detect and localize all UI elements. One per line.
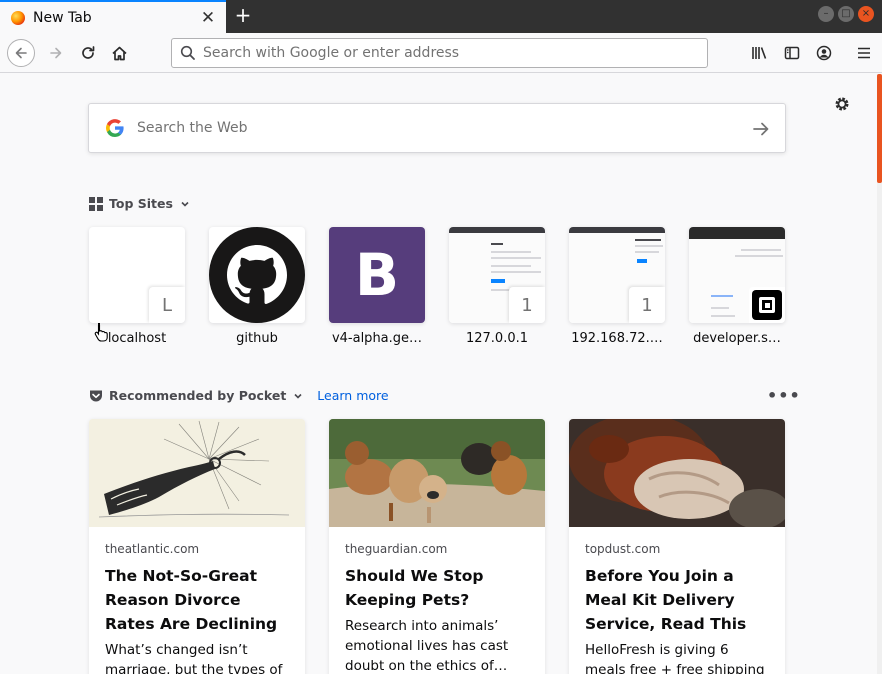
maximize-button[interactable]: □ [838, 6, 854, 22]
more-options-icon[interactable]: ••• [767, 386, 801, 405]
library-button[interactable] [745, 39, 773, 67]
site-title: 192.168.72.… [571, 331, 663, 346]
tab-new-tab[interactable]: New Tab ✕ [0, 0, 226, 33]
arrow-right-icon[interactable] [751, 119, 771, 139]
hamburger-icon [858, 47, 870, 59]
new-tab-button[interactable]: + [232, 5, 254, 27]
address-bar[interactable] [171, 38, 708, 68]
maximize-icon: □ [841, 8, 851, 19]
sidebar-icon [784, 46, 800, 60]
site-letter-icon: L [149, 287, 185, 323]
site-tile[interactable]: 1 [569, 227, 665, 323]
site-title: 127.0.0.1 [465, 331, 529, 346]
firefox-icon [11, 10, 25, 25]
new-tab-page: Top Sites L localhost github B v4-alpha.… [0, 74, 882, 674]
top-site-developer-square[interactable]: developer.s… [689, 227, 785, 346]
close-icon: × [861, 8, 871, 19]
close-window-button[interactable]: × [858, 6, 874, 22]
home-icon [111, 46, 127, 60]
site-tile[interactable] [209, 227, 305, 323]
card-source: theatlantic.com [105, 542, 200, 556]
chevron-down-icon [181, 201, 189, 207]
nav-toolbar [0, 33, 882, 73]
google-icon [106, 119, 124, 137]
pocket-card[interactable]: topdust.com Before You Join a Meal Kit D… [569, 419, 785, 674]
back-arrow-icon [15, 47, 27, 59]
library-icon [751, 47, 766, 59]
site-title: v4-alpha.ge… [331, 331, 423, 346]
reload-icon [82, 46, 95, 59]
pocket-card[interactable]: theatlantic.com The Not-So-Great Reason … [89, 419, 305, 674]
pocket-icon [90, 390, 102, 401]
gear-icon[interactable] [832, 94, 852, 114]
github-icon [209, 227, 305, 323]
hand-pointer-icon [94, 322, 108, 342]
site-title: github [236, 331, 278, 346]
top-sites-header[interactable]: Top Sites [89, 196, 190, 211]
scrollbar-thumb[interactable] [877, 74, 882, 183]
site-tile[interactable] [689, 227, 785, 323]
card-image [89, 419, 305, 527]
card-source: topdust.com [585, 542, 661, 556]
card-description: Research into animals’ emotional lives h… [345, 618, 509, 674]
minimize-icon: – [823, 8, 829, 19]
card-description: HelloFresh is giving 6 meals free + free… [585, 642, 765, 674]
top-site-127-0-0-1[interactable]: 1 127.0.0.1 [449, 227, 545, 346]
minimize-button[interactable]: – [818, 6, 834, 22]
card-title: Before You Join a Meal Kit Delivery Serv… [585, 567, 747, 633]
address-input[interactable] [203, 45, 683, 61]
card-image [329, 419, 545, 527]
card-title: The Not-So-Great Reason Divorce Rates Ar… [105, 567, 278, 633]
tab-title: New Tab [33, 9, 92, 26]
card-image [569, 419, 785, 527]
top-site-bootstrap[interactable]: B v4-alpha.ge… [329, 227, 425, 346]
sidebar-button[interactable] [778, 39, 806, 67]
card-source: theguardian.com [345, 542, 448, 556]
web-search-input[interactable] [137, 120, 727, 136]
site-tile[interactable]: 1 [449, 227, 545, 323]
site-title: developer.s… [693, 331, 781, 346]
site-letter-icon: 1 [629, 287, 665, 323]
grid-icon [89, 196, 103, 211]
top-site-192-168-72[interactable]: 1 192.168.72.… [569, 227, 665, 346]
forward-arrow-icon [50, 47, 62, 59]
square-icon [749, 287, 785, 323]
account-icon [816, 45, 832, 61]
account-button[interactable] [810, 39, 838, 67]
back-button[interactable] [7, 39, 35, 67]
home-button[interactable] [105, 39, 133, 67]
forward-button[interactable] [42, 39, 70, 67]
tab-close-button[interactable]: ✕ [198, 8, 218, 28]
scrollbar[interactable] [877, 74, 882, 674]
site-letter-icon: 1 [509, 287, 545, 323]
web-search-box[interactable] [88, 103, 786, 153]
top-site-github[interactable]: github [209, 227, 305, 346]
card-description: What’s changed isn’t marriage, but the t… [105, 642, 283, 674]
site-tile[interactable]: B [329, 227, 425, 323]
learn-more-link[interactable]: Learn more [317, 388, 388, 403]
card-title: Should We Stop Keeping Pets? [345, 567, 484, 609]
pocket-card[interactable]: theguardian.com Should We Stop Keeping P… [329, 419, 545, 674]
chevron-down-icon [294, 393, 302, 399]
reload-button[interactable] [74, 39, 102, 67]
site-tile[interactable]: L [89, 227, 185, 323]
pocket-header[interactable]: Recommended by Pocket Learn more [89, 388, 389, 403]
menu-button[interactable] [850, 39, 878, 67]
top-sites-label: Top Sites [109, 196, 173, 211]
bootstrap-logo: B [354, 241, 400, 309]
pocket-label: Recommended by Pocket [109, 388, 287, 403]
title-bar: New Tab ✕ + – □ × [0, 0, 882, 33]
search-icon [180, 45, 195, 60]
